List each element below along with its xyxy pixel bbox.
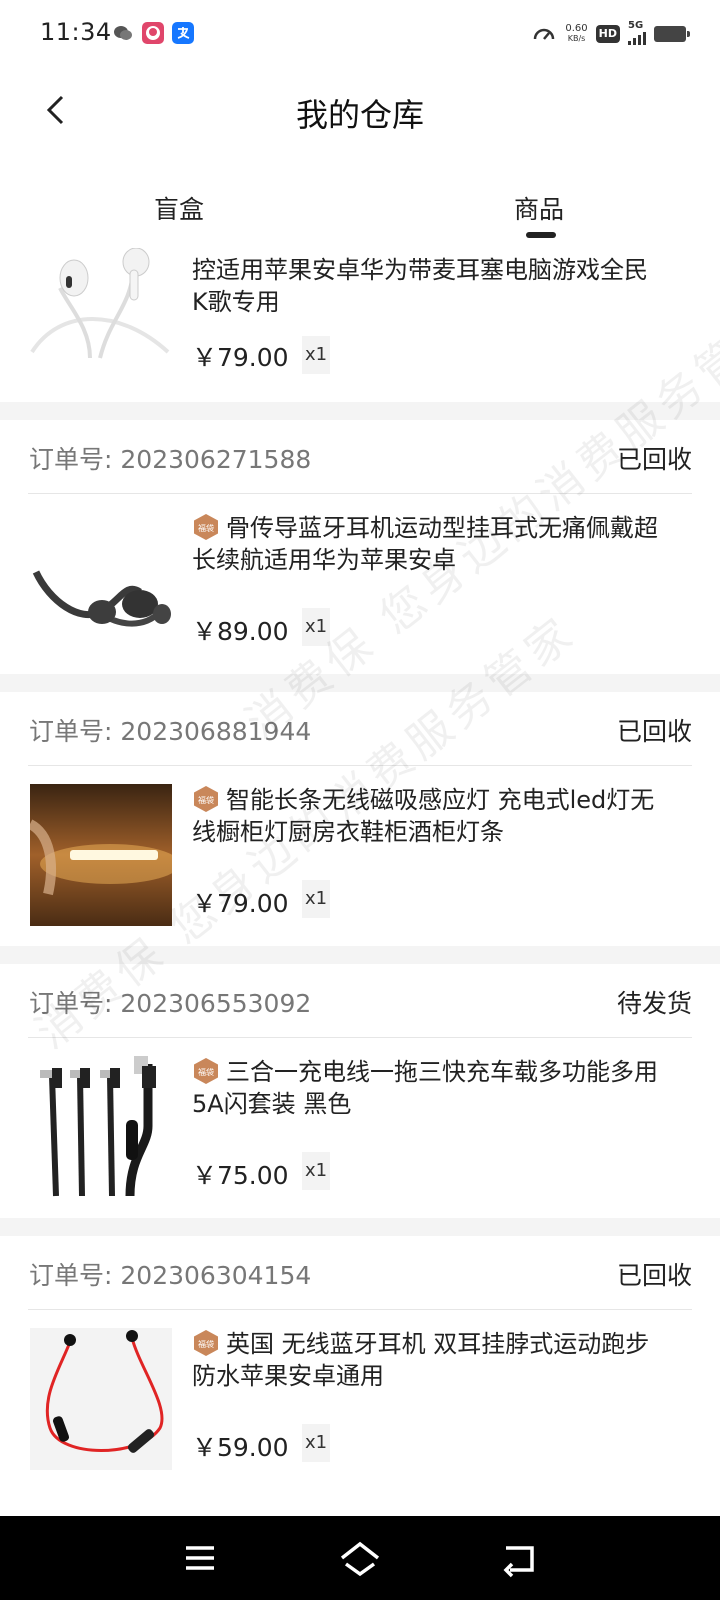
page-title: 我的仓库 xyxy=(295,96,424,134)
product-price: ￥89.00 xyxy=(192,617,289,646)
product-quantity: x1 xyxy=(302,1152,330,1190)
product-price: ￥79.00 xyxy=(192,889,289,918)
product-price: ￥79.00 xyxy=(192,343,289,372)
product-item[interactable]: 福袋 智能长条无线磁吸感应灯 充电式led灯无线橱柜灯厨房衣鞋柜酒柜灯条 ￥79.… xyxy=(0,766,720,946)
neckband-earphones-image xyxy=(30,1328,172,1470)
product-item[interactable]: 控适用苹果安卓华为带麦耳塞电脑游戏全民K歌专用 ￥79.00 x1 xyxy=(0,248,720,402)
product-price: ￥75.00 xyxy=(192,1161,289,1190)
order-status: 已回收 xyxy=(616,717,692,746)
earphones-image xyxy=(30,248,170,359)
tab-active-indicator xyxy=(526,232,556,238)
product-item[interactable]: 福袋 骨传导蓝牙耳机运动型挂耳式无痛佩戴超长续航适用华为苹果安卓 ￥89.00 x… xyxy=(0,494,720,674)
tab-goods[interactable]: 商品 xyxy=(514,190,564,226)
product-item[interactable]: 福袋 英国 无线蓝牙耳机 双耳挂脖式运动跑步防水苹果安卓通用 ￥59.00 x1 xyxy=(0,1310,720,1490)
battery-icon xyxy=(654,26,690,42)
app-notification-icon xyxy=(142,22,164,44)
product-item[interactable]: 福袋 三合一充电线一拖三快充车载多功能多用5A闪套装 黑色 ￥75.00 x1 xyxy=(0,1038,720,1218)
status-time: 11:34 xyxy=(40,18,112,46)
order-list: 控适用苹果安卓华为带麦耳塞电脑游戏全民K歌专用 ￥79.00 x1 订单号: 2… xyxy=(0,248,720,1490)
back-nav-icon[interactable] xyxy=(498,1536,542,1580)
bone-conduction-headset-image xyxy=(32,570,171,627)
led-light-bar-image xyxy=(30,784,172,926)
order-card[interactable]: 订单号: 202306881944 已回收 福袋 智能长条无线磁吸感应灯 充电式l… xyxy=(0,692,720,946)
order-card[interactable]: 订单号: 202306304154 已回收 福袋 英国 无线蓝牙耳机 双耳挂脖式运… xyxy=(0,1236,720,1490)
order-header: 订单号: 202306881944 已回收 xyxy=(28,692,692,766)
order-number: 订单号: 202306304154 xyxy=(29,1261,312,1290)
order-header: 订单号: 202306304154 已回收 xyxy=(28,1236,692,1310)
card-separator xyxy=(0,1218,720,1236)
lucky-bag-tag-icon: 福袋 xyxy=(194,1330,218,1356)
order-status: 待发货 xyxy=(616,989,692,1018)
product-price: ￥59.00 xyxy=(192,1433,289,1462)
svg-text:福袋: 福袋 xyxy=(198,795,214,805)
lucky-bag-tag-icon: 福袋 xyxy=(194,1058,218,1084)
order-card[interactable]: 订单号: 202306271588 已回收 福袋 骨传导蓝牙耳机运动型挂耳式无痛佩… xyxy=(0,420,720,674)
charging-cable-image xyxy=(40,1056,156,1197)
order-status: 已回收 xyxy=(616,445,692,474)
product-title: 福袋 三合一充电线一拖三快充车载多功能多用5A闪套装 黑色 xyxy=(192,1058,658,1118)
order-number: 订单号: 202306553092 xyxy=(29,989,312,1018)
product-title: 福袋 骨传导蓝牙耳机运动型挂耳式无痛佩戴超长续航适用华为苹果安卓 xyxy=(192,514,658,574)
product-quantity: x1 xyxy=(302,880,330,918)
card-separator xyxy=(0,402,720,420)
menu-icon[interactable] xyxy=(178,1536,222,1580)
lucky-bag-tag-icon: 福袋 xyxy=(194,514,218,540)
product-quantity: x1 xyxy=(302,608,330,646)
system-nav-bar xyxy=(0,1516,720,1600)
product-title: 福袋 智能长条无线磁吸感应灯 充电式led灯无线橱柜灯厨房衣鞋柜酒柜灯条 xyxy=(192,786,655,846)
signal-icon: 5G xyxy=(628,20,646,45)
product-quantity: x1 xyxy=(302,336,330,374)
product-title: 福袋 英国 无线蓝牙耳机 双耳挂脖式运动跑步防水苹果安卓通用 xyxy=(192,1330,650,1390)
card-separator xyxy=(0,946,720,964)
product-quantity: x1 xyxy=(302,1424,330,1462)
status-bar: 11:34 0.60 KB/s HD 5G xyxy=(0,0,720,66)
product-title: 控适用苹果安卓华为带麦耳塞电脑游戏全民K歌专用 xyxy=(192,256,648,316)
order-number: 订单号: 202306271588 xyxy=(29,445,312,474)
alipay-icon xyxy=(172,22,194,44)
order-header: 订单号: 202306271588 已回收 xyxy=(28,420,692,494)
svg-text:福袋: 福袋 xyxy=(198,1067,214,1077)
speedometer-icon xyxy=(534,28,555,40)
order-card[interactable]: 控适用苹果安卓华为带麦耳塞电脑游戏全民K歌专用 ￥79.00 x1 xyxy=(0,248,720,402)
order-status: 已回收 xyxy=(616,1261,692,1290)
tab-bar: 盲盒 商品 xyxy=(0,190,720,250)
home-icon[interactable] xyxy=(338,1536,382,1580)
hd-badge: HD xyxy=(595,25,620,43)
net-speed: 0.60 KB/s xyxy=(565,23,588,44)
lucky-bag-tag-icon: 福袋 xyxy=(194,786,218,812)
tab-blind-box[interactable]: 盲盒 xyxy=(154,190,204,226)
order-card[interactable]: 订单号: 202306553092 待发货 福袋 三合一充电线一拖三快充车载多功能… xyxy=(0,964,720,1218)
svg-text:福袋: 福袋 xyxy=(198,523,214,533)
card-separator xyxy=(0,674,720,692)
svg-text:福袋: 福袋 xyxy=(198,1339,214,1349)
order-number: 订单号: 202306881944 xyxy=(29,717,312,746)
header: 我的仓库 xyxy=(0,66,720,156)
order-header: 订单号: 202306553092 待发货 xyxy=(28,964,692,1038)
wechat-icon xyxy=(112,22,134,44)
